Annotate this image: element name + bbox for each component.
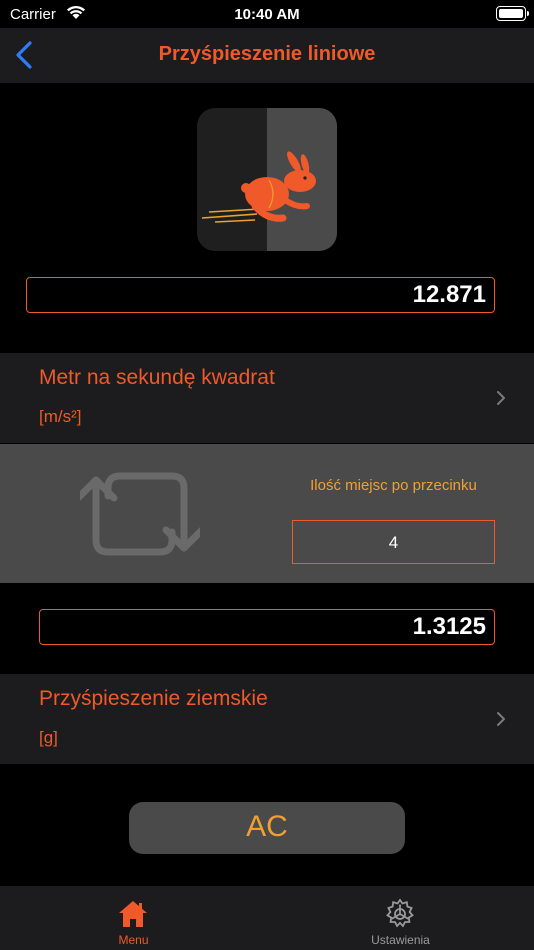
status-bar: Carrier 10:40 AM: [0, 0, 534, 28]
to-unit-symbol: [g]: [39, 728, 58, 747]
to-unit-name: Przyśpieszenie ziemskie: [39, 687, 268, 710]
chevron-right-icon: [497, 712, 505, 726]
swap-units-icon[interactable]: [80, 468, 200, 560]
tab-bar: Menu Ustawienia: [0, 886, 534, 950]
gear-icon: [386, 898, 414, 928]
tab-settings-label: Ustawienia: [371, 933, 430, 947]
result-value-field[interactable]: 1.3125: [39, 609, 495, 645]
decimal-settings-panel: Ilość miejsc po przecinku 4: [0, 444, 534, 583]
from-unit-name: Metr na sekundę kwadrat: [39, 366, 275, 389]
tab-menu[interactable]: Menu: [0, 886, 267, 950]
to-unit-selector[interactable]: Przyśpieszenie ziemskie [g]: [0, 674, 534, 764]
navigation-bar: Przyśpieszenie liniowe: [0, 28, 534, 83]
home-icon: [119, 901, 147, 927]
battery-icon: [496, 6, 529, 21]
from-unit-symbol: [m/s²]: [39, 407, 82, 426]
tab-menu-label: Menu: [118, 933, 149, 947]
clear-button[interactable]: AC: [129, 802, 405, 854]
page-title: Przyśpieszenie liniowe: [158, 43, 376, 65]
chevron-right-icon: [497, 391, 505, 405]
decimal-places-label: Ilość miejsc po przecinku: [310, 477, 477, 494]
tab-settings[interactable]: Ustawienia: [267, 886, 534, 950]
category-icon: [197, 108, 337, 251]
running-rabbit-icon: [201, 151, 316, 223]
decimal-places-input[interactable]: 4: [292, 520, 495, 564]
input-value-field[interactable]: 12.871: [26, 277, 495, 313]
clock-label: 10:40 AM: [234, 6, 300, 23]
from-unit-selector[interactable]: Metr na sekundę kwadrat [m/s²]: [0, 353, 534, 443]
